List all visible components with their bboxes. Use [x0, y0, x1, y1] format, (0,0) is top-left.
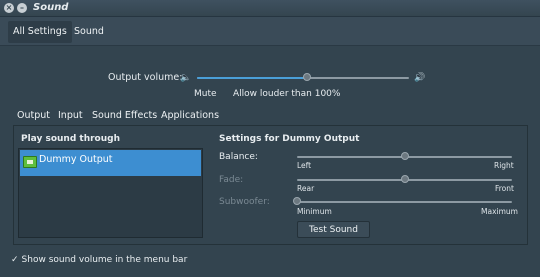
subwoofer-min-label: Minimum — [297, 207, 332, 216]
balance-right-label: Right — [494, 161, 514, 170]
close-icon[interactable]: × — [4, 3, 14, 13]
fade-rear-label: Rear — [297, 184, 315, 193]
device-row-dummy-output[interactable]: Dummy Output — [20, 150, 201, 176]
audio-card-icon — [23, 156, 37, 168]
nav-sound[interactable]: Sound — [69, 21, 109, 43]
mute-label[interactable]: Mute — [194, 89, 217, 99]
subwoofer-max-label: Maximum — [481, 207, 518, 216]
fade-front-label: Front — [495, 184, 514, 193]
minimize-icon[interactable]: – — [17, 3, 27, 13]
subwoofer-label: Subwoofer: — [219, 197, 270, 207]
device-name: Dummy Output — [39, 154, 113, 165]
navigation-bar: All Settings Sound — [0, 17, 540, 46]
device-list[interactable]: Dummy Output — [18, 148, 203, 238]
subwoofer-thumb[interactable] — [293, 197, 301, 205]
test-sound-button[interactable]: Test Sound — [297, 221, 370, 238]
fade-label: Fade: — [219, 175, 244, 185]
speaker-high-icon: 🔊 — [414, 73, 426, 83]
show-volume-label: Show sound volume in the menu bar — [21, 255, 188, 265]
speaker-low-icon: 🔈 — [180, 73, 192, 83]
window-titlebar: × – Sound — [0, 0, 540, 17]
subwoofer-slider[interactable] — [297, 201, 512, 203]
balance-thumb[interactable] — [400, 152, 409, 160]
play-sound-through-heading: Play sound through — [21, 134, 120, 144]
allow-louder-label[interactable]: Allow louder than 100% — [233, 89, 340, 99]
fade-thumb[interactable] — [400, 175, 409, 183]
checkmark-icon: ✓ — [11, 255, 19, 265]
device-settings-heading: Settings for Dummy Output — [219, 134, 360, 144]
output-volume-fill — [197, 77, 308, 79]
balance-label: Balance: — [219, 152, 258, 162]
tab-input[interactable]: Input — [58, 110, 83, 121]
tab-applications[interactable]: Applications — [161, 110, 219, 121]
window-title: Sound — [33, 2, 69, 13]
output-volume-label: Output volume: — [108, 72, 183, 83]
nav-all-settings[interactable]: All Settings — [8, 21, 72, 43]
tab-output[interactable]: Output — [17, 110, 50, 121]
tab-sound-effects[interactable]: Sound Effects — [92, 110, 157, 121]
balance-left-label: Left — [297, 161, 312, 170]
show-volume-checkbox[interactable]: ✓ Show sound volume in the menu bar — [11, 255, 187, 265]
